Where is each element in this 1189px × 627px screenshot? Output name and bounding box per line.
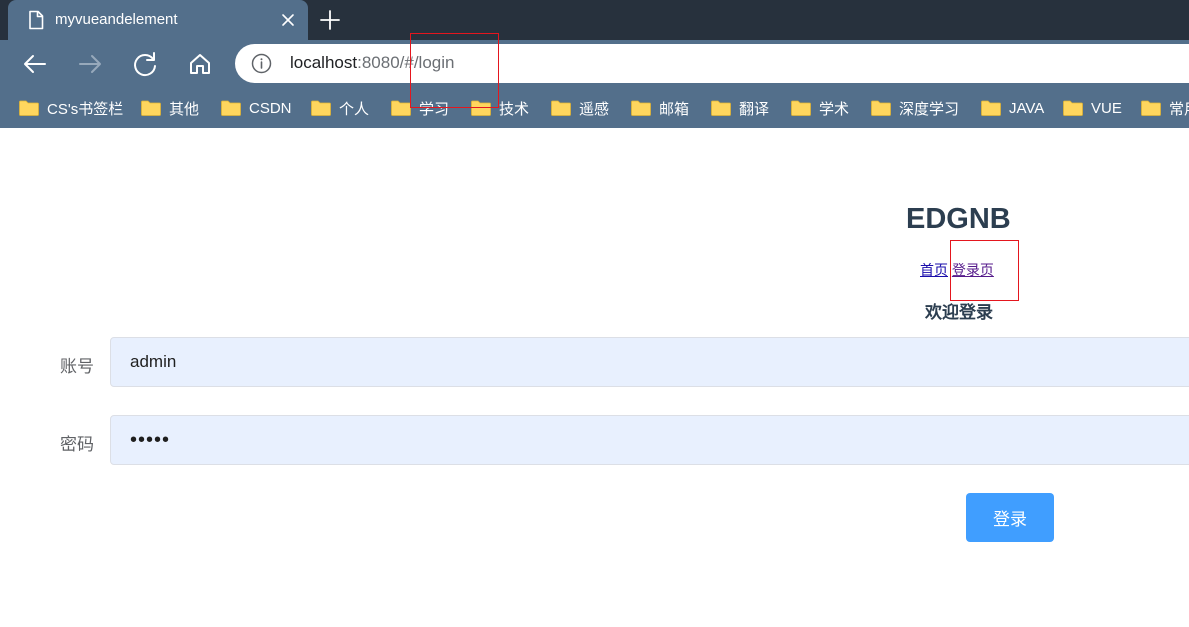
browser-chrome: myvueandelement localhost:8080/#/login C… [0,0,1189,128]
folder-icon [871,100,891,116]
folder-icon [391,100,411,116]
account-input[interactable] [110,337,1189,387]
bookmark-label: 邮箱 [659,100,690,118]
welcome-heading: 欢迎登录 [925,303,993,322]
app-title: EDGNB [906,203,1011,235]
forward-arrow-icon[interactable] [76,50,104,78]
close-icon[interactable] [278,10,298,30]
back-arrow-icon[interactable] [21,50,49,78]
home-icon[interactable] [186,50,214,78]
bookmark-label: 翻译 [739,100,770,118]
bookmark-folder[interactable]: 翻译 [711,97,769,119]
folder-icon [311,100,331,116]
account-label: 账号 [60,357,94,376]
tab-title: myvueandelement [55,11,178,28]
bookmark-label: VUE [1091,99,1122,117]
bookmark-folder[interactable]: CS's书签栏 [19,97,123,119]
highlight-box [950,240,1019,301]
bookmark-folder[interactable]: CSDN [221,97,292,119]
bookmark-folder[interactable]: 邮箱 [631,97,689,119]
folder-icon [1063,100,1083,116]
home-link[interactable]: 首页 [920,262,948,278]
folder-icon [141,100,161,116]
bookmark-label: 深度学习 [899,100,960,118]
info-icon[interactable] [251,53,272,74]
document-icon [29,10,44,30]
bookmark-label: 其他 [169,100,200,118]
password-input[interactable] [110,415,1189,465]
folder-icon [981,100,1001,116]
folder-icon [711,100,731,116]
highlight-box [410,33,499,108]
bookmark-label: CS's书签栏 [47,100,124,118]
login-page: EDGNB 首页 登录页 欢迎登录 账号 密码 登录 [0,128,1189,627]
bookmark-folder[interactable]: 学术 [791,97,849,119]
folder-icon [631,100,651,116]
new-tab-icon[interactable] [318,8,342,32]
bookmark-folder[interactable]: 遥感 [551,97,609,119]
bookmark-folder[interactable]: 常用 [1141,97,1189,119]
bookmarks-bar: CS's书签栏 其他 CSDN 个人 学习 技术 遥感 邮箱 翻译 学术 深度学… [0,88,1189,128]
bookmark-label: JAVA [1009,99,1045,117]
bookmark-label: 技术 [499,100,530,118]
bookmark-label: CSDN [249,99,292,117]
bookmark-label: 学术 [819,100,850,118]
url-host: localhost [290,53,358,72]
bookmark-folder[interactable]: 其他 [141,97,199,119]
folder-icon [791,100,811,116]
tab-strip: myvueandelement [0,0,1189,40]
login-button[interactable]: 登录 [966,493,1054,542]
reload-icon[interactable] [131,50,159,78]
browser-tab[interactable]: myvueandelement [8,0,308,40]
password-label: 密码 [60,435,94,454]
bookmark-label: 遥感 [579,100,610,118]
folder-icon [19,100,39,116]
bookmark-folder[interactable]: JAVA [981,97,1044,119]
folder-icon [1141,100,1161,116]
bookmark-label: 个人 [339,100,370,118]
address-bar[interactable]: localhost:8080/#/login [235,44,1189,83]
bookmark-folder[interactable]: VUE [1063,97,1122,119]
bookmark-folder[interactable]: 深度学习 [871,97,959,119]
folder-icon [221,100,241,116]
folder-icon [551,100,571,116]
bookmark-label: 常用 [1169,100,1189,118]
bookmark-folder[interactable]: 个人 [311,97,369,119]
